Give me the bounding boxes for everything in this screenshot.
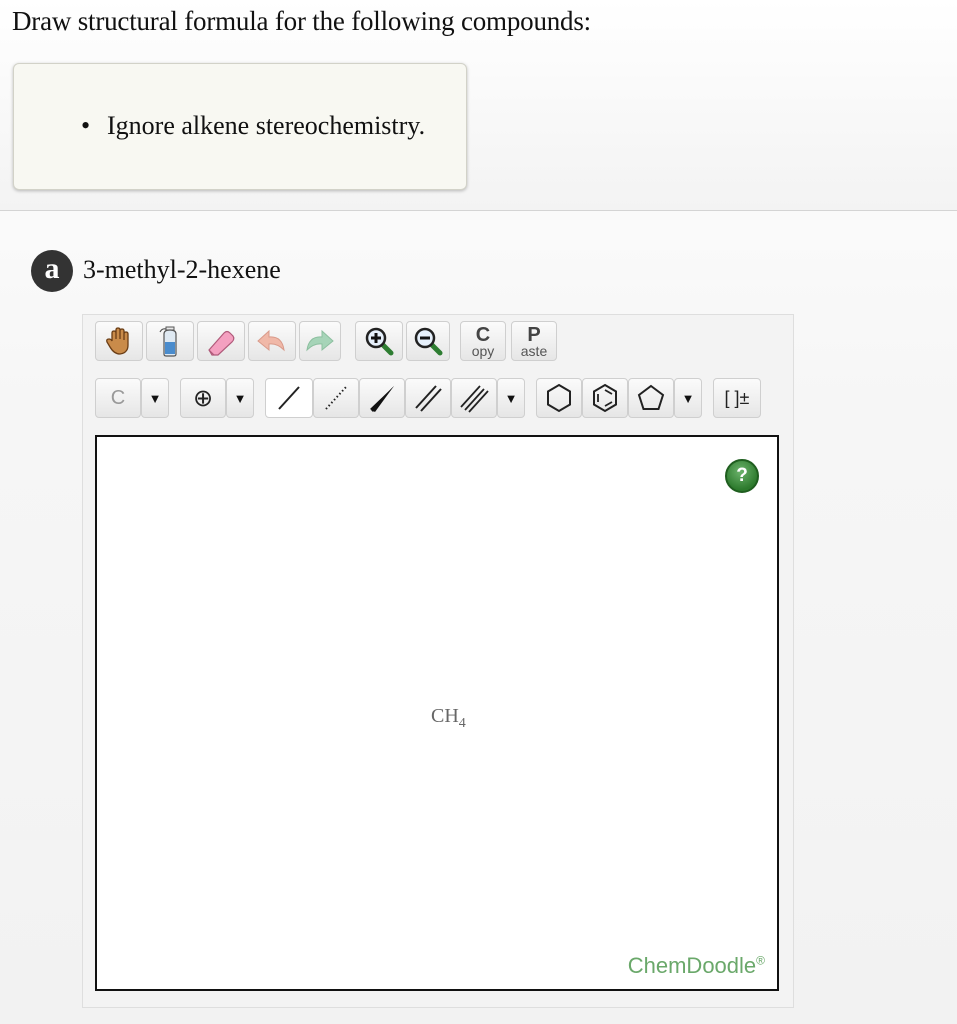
copy-big-label: C <box>475 323 491 346</box>
question-prompt: Draw structural formula for the followin… <box>12 6 591 36</box>
hand-tool-button[interactable] <box>95 321 143 361</box>
bottle-icon <box>159 326 177 357</box>
copy-button[interactable]: C opy <box>460 321 506 361</box>
element-dropdown[interactable]: ▼ <box>141 378 169 418</box>
triple-bond-icon <box>460 385 489 413</box>
question-header: Draw structural formula for the followin… <box>0 0 957 211</box>
redo-button[interactable] <box>299 321 341 361</box>
caret-down-icon: ▼ <box>504 390 518 406</box>
single-bond-icon <box>278 386 300 410</box>
charge-dropdown[interactable]: ▼ <box>226 378 254 418</box>
double-bond-icon <box>415 385 442 412</box>
undo-button[interactable] <box>248 321 296 361</box>
brand-text: ChemDoodle <box>627 953 757 978</box>
chemdoodle-editor: C opy P aste C ▼ ⊕ ▼ ▼ ▼ []± ? CH4 Chem… <box>82 314 794 1008</box>
note-text: Ignore alkene stereochemistry. <box>107 111 426 140</box>
chemdoodle-logo: ChemDoodle® <box>628 953 765 979</box>
undo-icon <box>257 329 285 352</box>
paste-small-label: aste <box>520 342 548 359</box>
charge-button[interactable]: ⊕ <box>180 378 226 418</box>
bullet-icon: • <box>81 111 91 140</box>
single-bond-button[interactable] <box>265 378 313 418</box>
paste-big-label: P <box>527 323 541 346</box>
eraser-icon <box>208 330 235 356</box>
bracket-charge-button[interactable]: [ ]± <box>713 378 761 418</box>
double-bond-button[interactable] <box>405 378 451 418</box>
hashed-bond-button[interactable] <box>313 378 359 418</box>
paste-button[interactable]: P aste <box>511 321 557 361</box>
caret-down-icon: ▼ <box>681 390 695 406</box>
molecule-main: CH <box>431 705 459 727</box>
hexagon-icon <box>547 383 571 413</box>
molecule-subscript: 4 <box>458 716 466 731</box>
notes-box: • Ignore alkene stereochemistry. <box>13 63 467 190</box>
zoom-in-button[interactable] <box>355 321 403 361</box>
eraser-tool-button[interactable] <box>197 321 245 361</box>
part-title: 3-methyl-2-hexene <box>83 255 281 284</box>
zoom-out-button[interactable] <box>406 321 450 361</box>
cyclopentane-button[interactable] <box>628 378 674 418</box>
zoom-out-icon <box>414 327 443 356</box>
cyclohexane-button[interactable] <box>536 378 582 418</box>
help-button[interactable]: ? <box>725 459 759 493</box>
benzene-icon <box>593 383 617 413</box>
drawing-canvas[interactable]: ? CH4 ChemDoodle® <box>95 435 779 991</box>
bond-dropdown[interactable]: ▼ <box>497 378 525 418</box>
registered-mark: ® <box>756 953 765 968</box>
lasso-tool-button[interactable] <box>146 321 194 361</box>
wedge-bond-button[interactable] <box>359 378 405 418</box>
benzene-button[interactable] <box>582 378 628 418</box>
ring-dropdown[interactable]: ▼ <box>674 378 702 418</box>
pentagon-icon <box>637 384 665 410</box>
redo-icon <box>306 329 334 352</box>
zoom-in-icon <box>365 327 394 356</box>
wedge-bond-icon <box>370 386 394 412</box>
caret-down-icon: ▼ <box>148 390 162 406</box>
copy-small-label: opy <box>471 342 495 359</box>
molecule-label[interactable]: CH4 <box>431 705 466 732</box>
caret-down-icon: ▼ <box>233 390 247 406</box>
triple-bond-button[interactable] <box>451 378 497 418</box>
element-button[interactable]: C <box>95 378 141 418</box>
hand-icon <box>106 327 129 355</box>
part-badge: a <box>31 250 73 292</box>
note-item: • Ignore alkene stereochemistry. <box>81 111 426 141</box>
hashed-bond-icon <box>325 386 347 410</box>
